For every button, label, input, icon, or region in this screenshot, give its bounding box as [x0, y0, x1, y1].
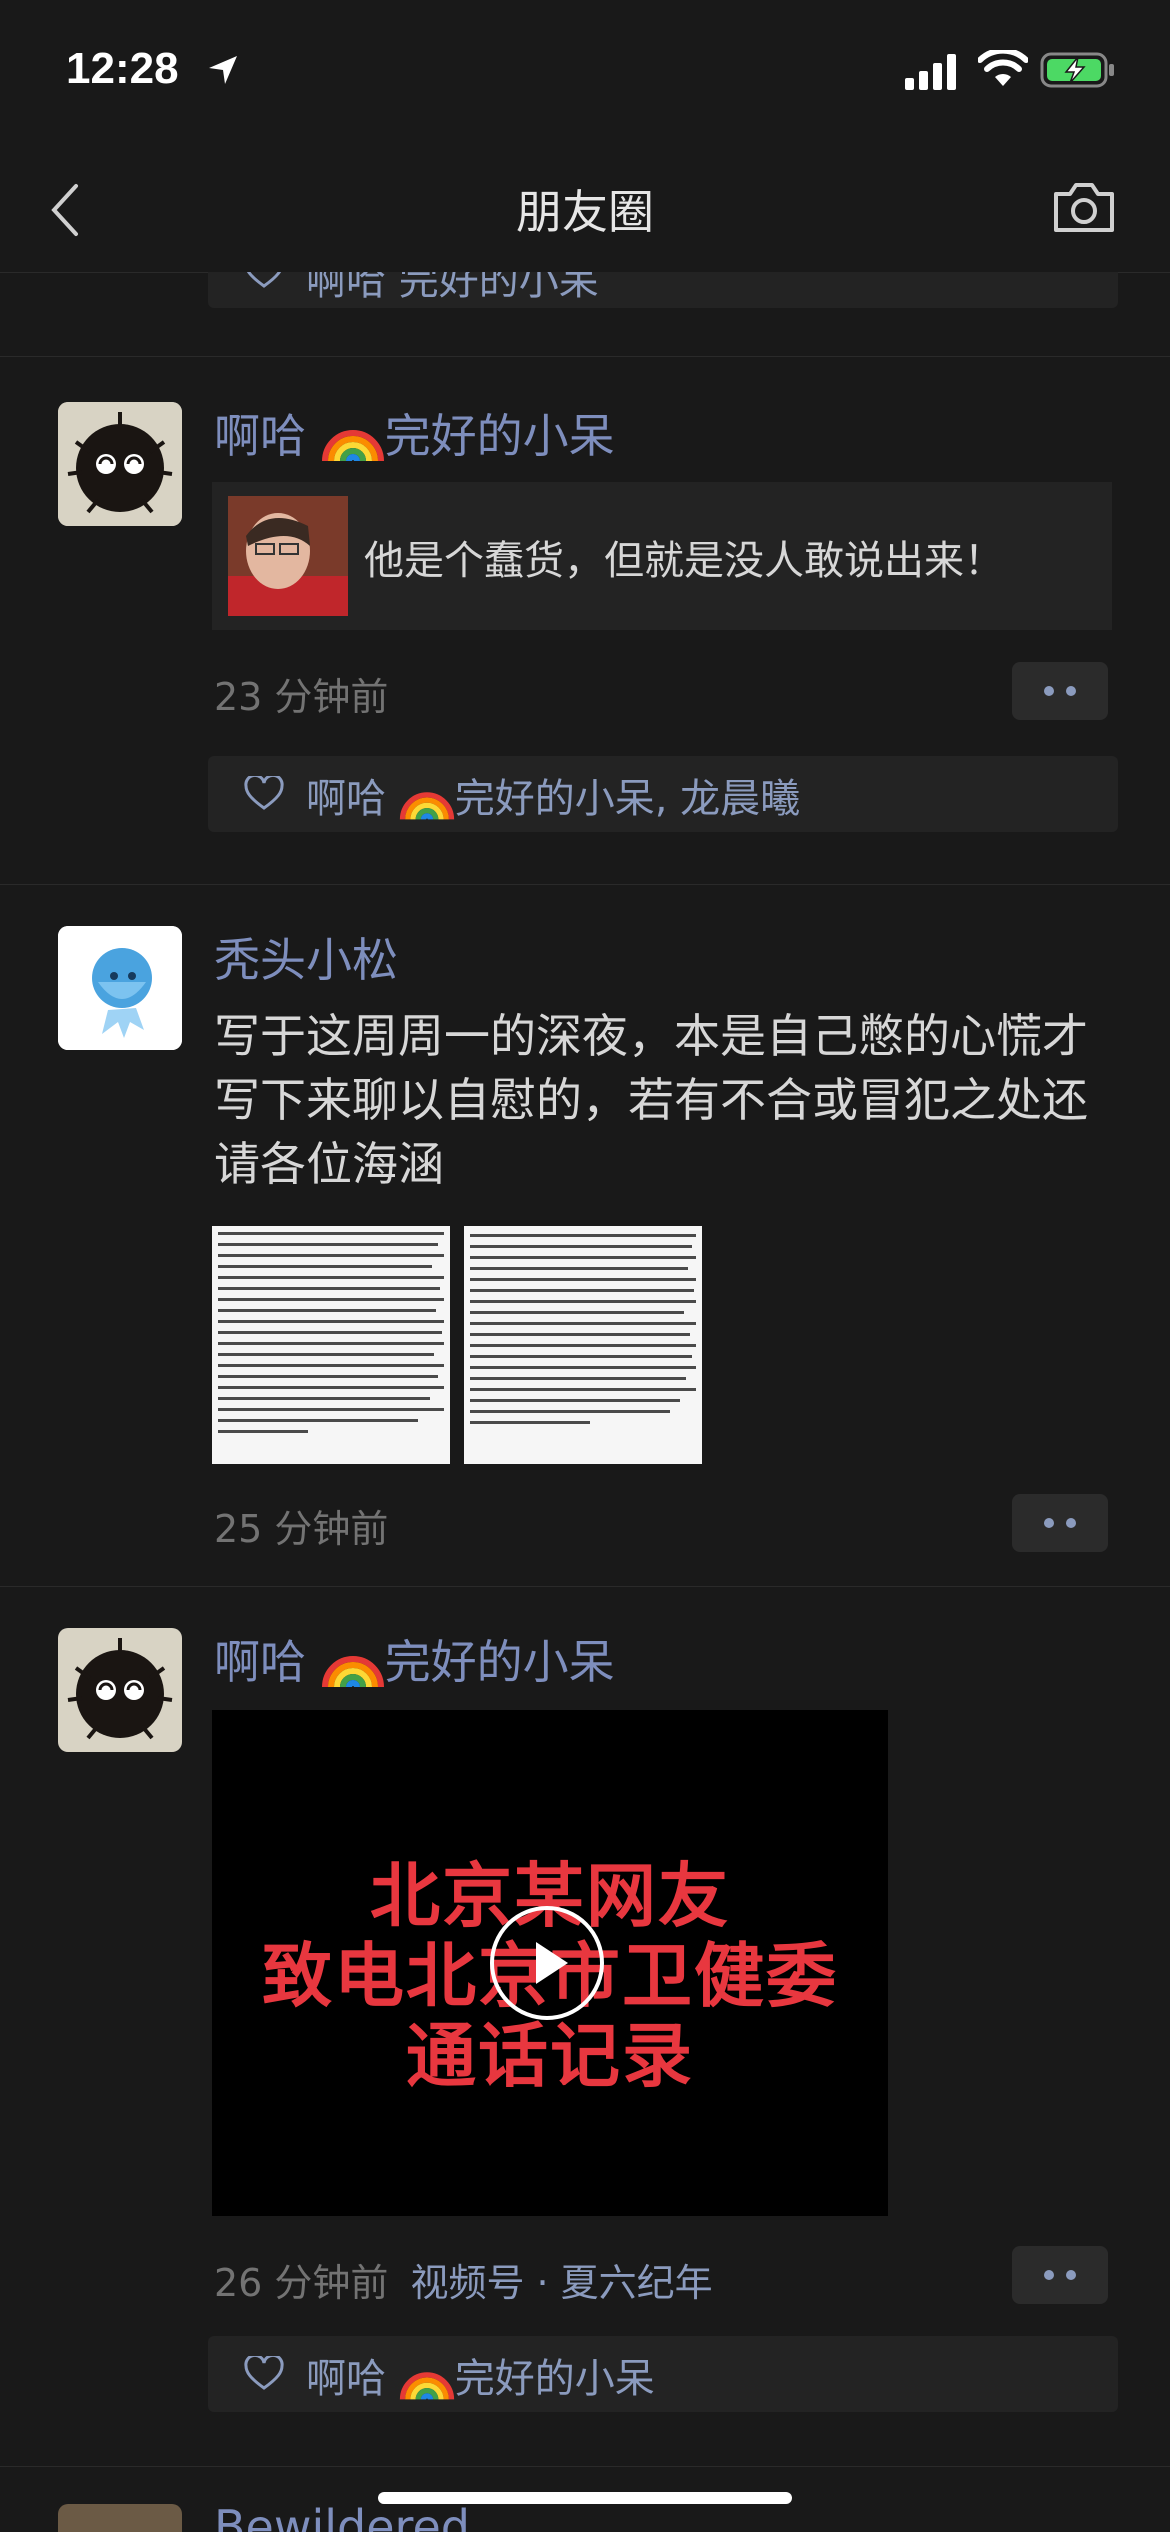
post-time: 25 分钟前 — [214, 1507, 389, 1551]
author-name: 啊哈 — [214, 409, 306, 463]
rainbow-emoji-icon — [321, 1655, 384, 1688]
like-names-rest: 完好的小呆, 龙晨曦 — [454, 776, 801, 822]
like-names-rest: 完好的小呆 — [454, 2356, 655, 2402]
wifi-icon — [978, 50, 1028, 86]
likes-box: 啊哈 完好的小呆, 龙晨曦 — [208, 756, 1118, 832]
soot-sprite-avatar-icon — [58, 402, 182, 526]
author-name: 啊哈 — [214, 1635, 306, 1689]
channel-source-link[interactable]: 视频号 · 夏六纪年 — [410, 2261, 712, 2305]
like-name: 啊哈 — [306, 776, 386, 822]
soot-sprite-avatar-icon — [58, 1628, 182, 1752]
shared-link-card[interactable]: 他是个蠢货，但就是没人敢说出来！ — [212, 482, 1112, 630]
avatar[interactable] — [58, 1628, 182, 1752]
page-title: 朋友圈 — [516, 185, 654, 239]
avatar[interactable] — [58, 2504, 182, 2532]
post-author[interactable]: 啊哈 完好的小呆 — [214, 400, 615, 466]
post-author[interactable]: 啊哈 完好的小呆 — [214, 1626, 615, 1692]
heart-icon — [244, 776, 284, 810]
rainbow-emoji-icon — [399, 792, 454, 820]
camera-icon[interactable] — [1052, 180, 1116, 234]
divider — [0, 884, 1170, 885]
post-time: 23 分钟前 — [214, 675, 389, 719]
more-button[interactable] — [1012, 2246, 1108, 2304]
divider — [0, 356, 1170, 357]
status-bar: 12:28 — [0, 0, 1170, 150]
home-indicator[interactable] — [378, 2492, 792, 2504]
shared-title: 他是个蠢货，但就是没人敢说出来！ — [364, 538, 1004, 584]
rainbow-emoji-icon — [399, 2372, 454, 2400]
avatar[interactable] — [58, 926, 182, 1050]
rainbow-emoji-icon — [321, 429, 384, 462]
like-names[interactable]: 啊哈 完好的小呆, 龙晨曦 — [306, 766, 800, 824]
author-name-suffix: 完好的小呆 — [384, 409, 615, 463]
more-button[interactable] — [1012, 1494, 1108, 1552]
document-scan-image — [464, 1226, 702, 1464]
divider — [0, 2466, 1170, 2467]
post-time: 26 分钟前 视频号 · 夏六纪年 — [214, 2252, 713, 2307]
cartoon-avatar-icon — [58, 926, 182, 1050]
post-author[interactable]: Bewildered — [214, 2500, 470, 2532]
post-image[interactable] — [212, 1226, 450, 1464]
divider — [0, 1586, 1170, 1587]
play-icon[interactable] — [490, 1906, 604, 2020]
video-thumbnail[interactable]: 北京某网友 致电北京市卫健委 通话记录 — [212, 1710, 888, 2216]
location-arrow-icon — [209, 56, 237, 84]
nav-bar: 朋友圈 — [0, 150, 1170, 273]
like-names[interactable]: 啊哈 完好的小呆 — [306, 2346, 655, 2404]
like-name: 啊哈 — [306, 2356, 386, 2402]
more-button[interactable] — [1012, 662, 1108, 720]
likes-box: 啊哈 完好的小呆 — [208, 2336, 1118, 2412]
battery-charging-icon — [1040, 52, 1114, 88]
post-author[interactable]: 秃头小松 — [214, 924, 398, 990]
cellular-signal-icon — [905, 54, 956, 90]
status-time: 12:28 — [66, 44, 179, 93]
heart-icon — [244, 2356, 284, 2390]
post-text: 写于这周周一的深夜，本是自己憋的心慌才写下来聊以自慰的，若有不合或冒犯之处还请各… — [214, 1009, 1088, 1191]
shared-thumbnail — [228, 496, 348, 616]
post-image[interactable] — [464, 1226, 702, 1464]
document-scan-image — [212, 1226, 450, 1464]
avatar[interactable] — [58, 402, 182, 526]
post-time-text: 26 分钟前 — [214, 2261, 389, 2305]
author-name-suffix: 完好的小呆 — [384, 1635, 615, 1689]
